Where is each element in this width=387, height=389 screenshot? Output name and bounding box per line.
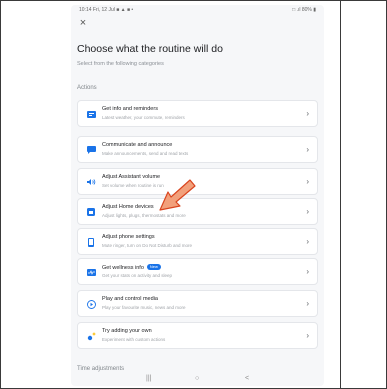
annotation-arrow-icon <box>159 179 196 211</box>
